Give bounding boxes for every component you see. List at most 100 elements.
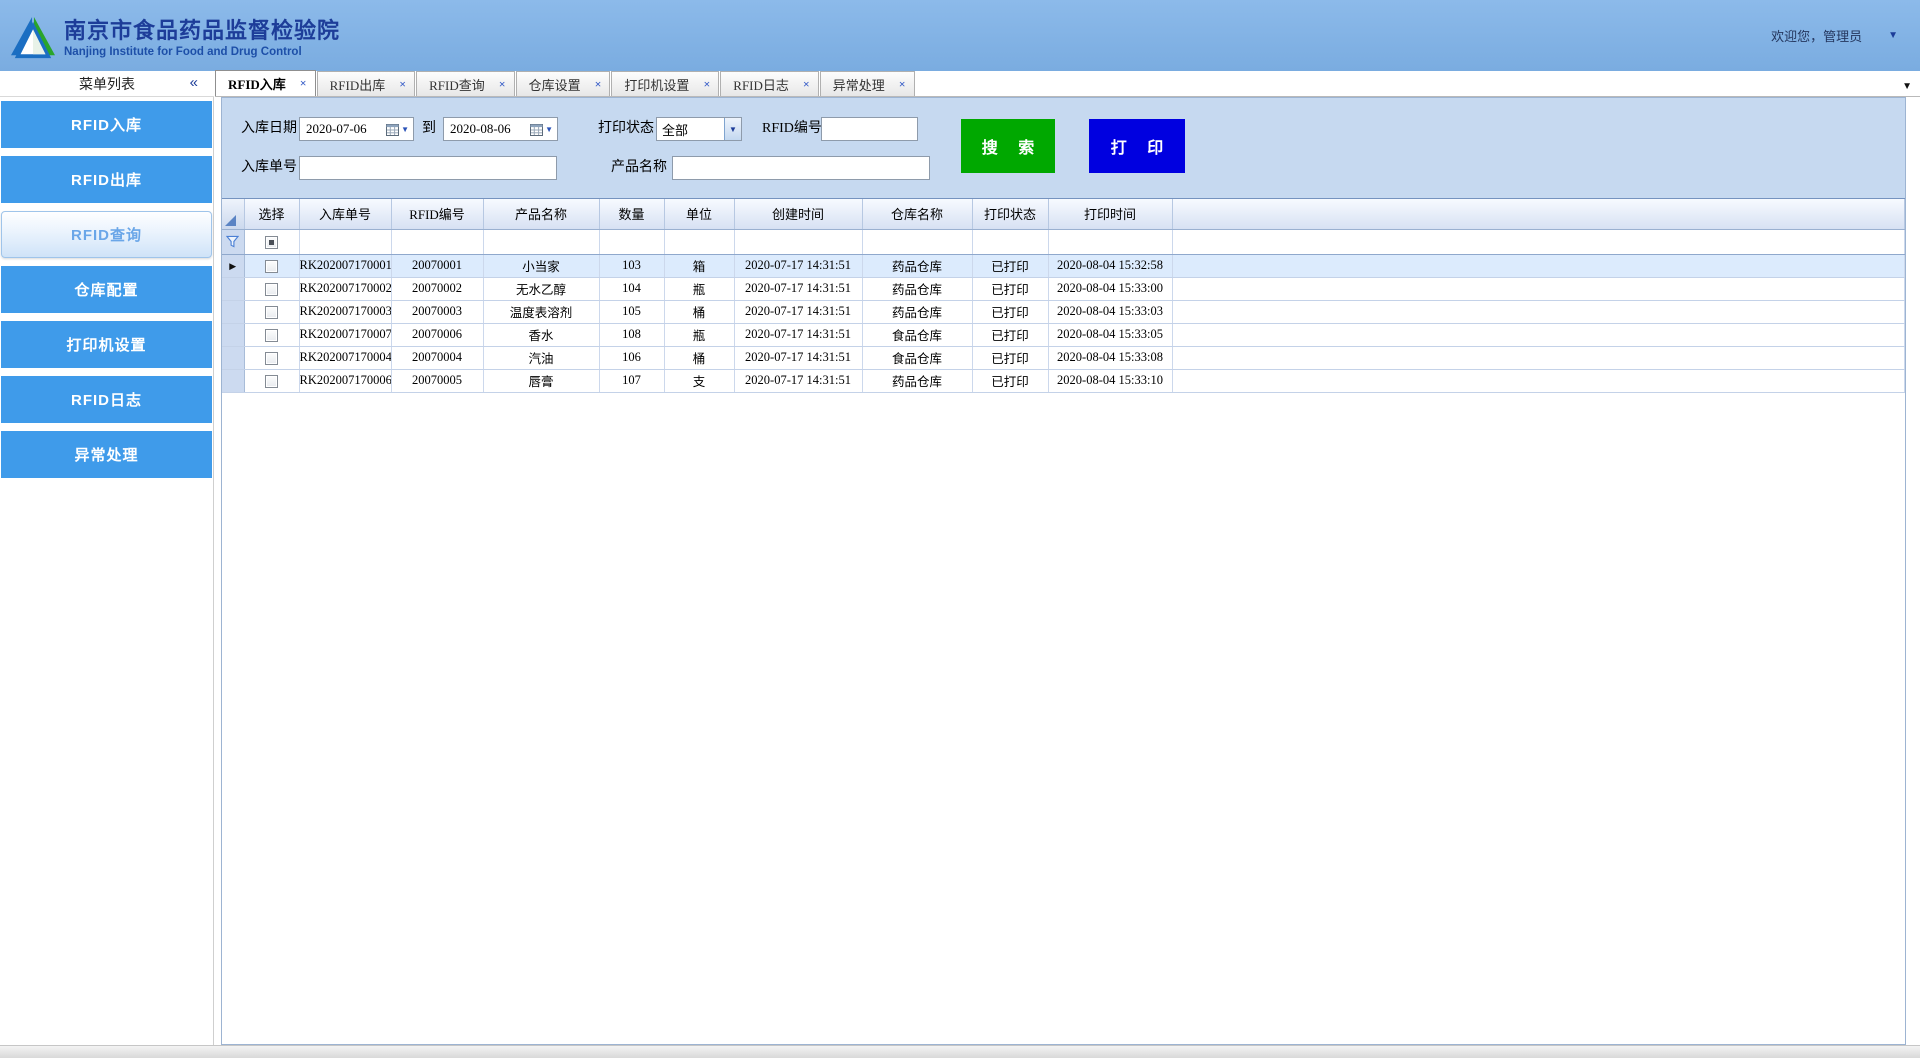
sidebar-item-7[interactable]: 异常处理	[1, 431, 212, 478]
column-header-2[interactable]: 入库单号	[299, 199, 392, 230]
print-status-value: 全部	[662, 122, 689, 138]
print-status-select[interactable]: 全部 ▼	[656, 117, 742, 141]
filter-funnel-icon[interactable]	[226, 235, 240, 248]
tab-close-icon[interactable]: ×	[703, 77, 710, 92]
row-indicator-cell	[222, 346, 245, 370]
tab-4[interactable]: 仓库设置 ×	[515, 71, 611, 96]
row-checkbox[interactable]	[265, 259, 278, 273]
column-header-4[interactable]: 产品名称	[483, 199, 600, 230]
cell-unit: 瓶	[664, 323, 735, 347]
app-window: 南京市食品药品监督检验院 Nanjing Institute for Food …	[0, 0, 1920, 1058]
cell-product: 温度表溶剂	[483, 300, 600, 324]
column-header-3[interactable]: RFID编号	[391, 199, 484, 230]
tab-close-icon[interactable]: ×	[499, 77, 506, 92]
row-checkbox[interactable]	[265, 374, 278, 388]
row-checkbox[interactable]	[265, 328, 278, 342]
rfid-input[interactable]	[821, 117, 918, 141]
table-row[interactable]: RK202007170002 20070002 无水乙醇 104 瓶 2020-…	[222, 277, 1905, 301]
cell-status: 已打印	[972, 346, 1049, 370]
date-caret-icon[interactable]: ▼	[545, 125, 553, 134]
table-row[interactable]: RK202007170003 20070003 温度表溶剂 105 桶 2020…	[222, 300, 1905, 324]
column-header-10[interactable]: 打印时间	[1048, 199, 1173, 230]
column-header-7[interactable]: 创建时间	[734, 199, 863, 230]
sidebar-item-1[interactable]: RFID入库	[1, 101, 212, 148]
cell-printed: 2020-08-04 15:33:00	[1048, 277, 1173, 301]
column-header-1[interactable]: 选择	[244, 199, 300, 230]
tab-close-icon[interactable]: ×	[803, 77, 810, 92]
tab-strip: RFID入库 × RFID出库 × RFID查询 × 仓库设置 × 打印机设置 …	[215, 70, 1920, 97]
search-form-panel: 入库日期 2020-07-06 ▼ 到 2020-08-06 ▼ 打印状态 全部…	[222, 98, 1905, 198]
tab-3[interactable]: RFID查询 ×	[416, 71, 515, 96]
row-indicator-cell: ▶	[222, 254, 245, 278]
select-all-corner[interactable]	[222, 199, 245, 230]
date-from-picker[interactable]: 2020-07-06 ▼	[299, 117, 414, 141]
order-input[interactable]	[299, 156, 557, 180]
row-checkbox[interactable]	[265, 282, 278, 296]
tab-6[interactable]: RFID日志 ×	[720, 71, 819, 96]
column-header-5[interactable]: 数量	[599, 199, 665, 230]
tab-1[interactable]: RFID入库 ×	[215, 70, 316, 96]
corner-triangle-icon	[225, 214, 236, 226]
row-checkbox[interactable]	[265, 305, 278, 319]
cell-status: 已打印	[972, 300, 1049, 324]
sidebar-header: 菜单列表 «	[0, 71, 214, 97]
table-row[interactable]: ▶ RK202007170001 20070001 小当家 103 箱 2020…	[222, 254, 1905, 278]
cell-rfid: 20070006	[391, 323, 484, 347]
cell-printed: 2020-08-04 15:32:58	[1048, 254, 1173, 278]
sidebar-item-6[interactable]: RFID日志	[1, 376, 212, 423]
table-row[interactable]: RK202007170004 20070004 汽油 106 桶 2020-07…	[222, 346, 1905, 370]
select-all-checkbox[interactable]	[265, 235, 278, 249]
column-header-filler	[1172, 199, 1905, 230]
tab-close-icon[interactable]: ×	[300, 76, 307, 91]
table-row[interactable]: RK202007170006 20070005 唇膏 107 支 2020-07…	[222, 369, 1905, 393]
cell-status: 已打印	[972, 254, 1049, 278]
top-band: 菜单列表 « RFID入库 × RFID出库 × RFID查询 × 仓库设置 ×…	[0, 70, 1920, 97]
cell-order: RK202007170003	[299, 300, 392, 324]
column-header-6[interactable]: 单位	[664, 199, 735, 230]
cell-unit: 桶	[664, 346, 735, 370]
cell-order: RK202007170001	[299, 254, 392, 278]
cell-order: RK202007170006	[299, 369, 392, 393]
welcome-text: 欢迎您，管理员	[1771, 29, 1863, 44]
search-button[interactable]: 搜 索	[961, 119, 1055, 173]
tab-5[interactable]: 打印机设置 ×	[611, 71, 720, 96]
tab-7[interactable]: 异常处理 ×	[819, 71, 915, 96]
cell-unit: 箱	[664, 254, 735, 278]
sidebar-collapse-icon[interactable]: «	[190, 74, 198, 91]
order-label: 入库单号	[241, 160, 297, 175]
cell-filler	[1172, 369, 1905, 393]
cell-filler	[1172, 254, 1905, 278]
print-button[interactable]: 打 印	[1089, 119, 1185, 173]
date-caret-icon[interactable]: ▼	[401, 125, 409, 134]
column-header-9[interactable]: 打印状态	[972, 199, 1049, 230]
product-input[interactable]	[672, 156, 930, 180]
cell-rfid: 20070005	[391, 369, 484, 393]
tab-close-icon[interactable]: ×	[399, 77, 406, 92]
tab-2[interactable]: RFID出库 ×	[316, 71, 416, 96]
sidebar-item-4[interactable]: 仓库配置	[1, 266, 212, 313]
sidebar-item-2[interactable]: RFID出库	[1, 156, 212, 203]
calendar-icon[interactable]	[530, 123, 544, 136]
user-menu-caret-icon[interactable]: ▼	[1888, 30, 1898, 41]
cell-rfid: 20070002	[391, 277, 484, 301]
filter-cell[interactable]	[222, 229, 245, 255]
sidebar-item-3[interactable]: RFID查询	[1, 211, 212, 258]
cell-filler	[1172, 300, 1905, 324]
cell-created: 2020-07-17 14:31:51	[734, 254, 863, 278]
column-header-8[interactable]: 仓库名称	[862, 199, 973, 230]
tab-close-icon[interactable]: ×	[899, 77, 906, 92]
user-menu[interactable]: 欢迎您，管理员 ▼	[1771, 26, 1898, 45]
tab-close-icon[interactable]: ×	[595, 77, 602, 92]
combo-caret-icon[interactable]: ▼	[724, 118, 741, 140]
sidebar-item-5[interactable]: 打印机设置	[1, 321, 212, 368]
date-to-picker[interactable]: 2020-08-06 ▼	[443, 117, 558, 141]
row-select-cell	[244, 369, 300, 393]
to-label: 到	[422, 121, 436, 136]
table-row[interactable]: RK202007170007 20070006 香水 108 瓶 2020-07…	[222, 323, 1905, 347]
calendar-icon[interactable]	[386, 123, 400, 136]
product-label: 产品名称	[611, 160, 667, 175]
cell-warehouse: 食品仓库	[862, 346, 973, 370]
tab-overflow-icon[interactable]: ▼	[1902, 81, 1912, 92]
cell-status: 已打印	[972, 323, 1049, 347]
row-checkbox[interactable]	[265, 351, 278, 365]
